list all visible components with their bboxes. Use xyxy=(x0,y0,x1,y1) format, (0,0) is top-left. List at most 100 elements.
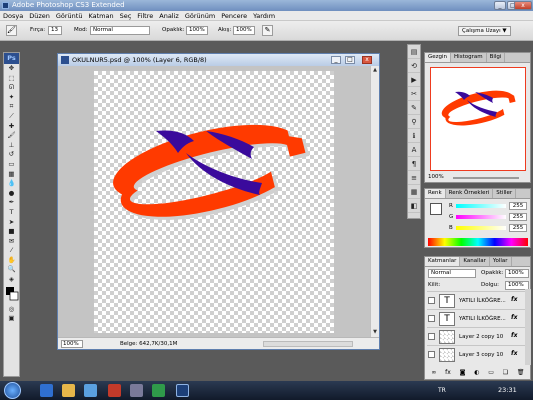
notes-panel-icon[interactable]: ◧ xyxy=(408,199,420,213)
color-spectrum-ramp[interactable] xyxy=(428,238,528,246)
tab-gezgin[interactable]: Gezgin xyxy=(425,53,452,62)
gradient-tool-icon[interactable]: ▦ xyxy=(4,170,19,180)
brush-size-picker[interactable]: 13 xyxy=(48,26,62,35)
document-title-bar[interactable]: OKULNUR5.psd @ 100% (Layer 6, RGB/8) _ □… xyxy=(58,54,379,66)
ie-icon[interactable] xyxy=(40,384,53,397)
new-layer-icon[interactable]: ❏ xyxy=(503,368,508,378)
animation-icon[interactable]: ▦ xyxy=(408,185,420,199)
close-button[interactable]: x xyxy=(514,1,532,10)
layer-row[interactable]: T YATILI İLKÖĞRE... fx xyxy=(427,291,525,309)
clock[interactable]: 23:31 xyxy=(498,386,517,394)
opacity-field[interactable]: 100% xyxy=(186,26,208,35)
tab-renk[interactable]: Renk xyxy=(425,189,446,198)
foreground-background-color-icon[interactable] xyxy=(4,285,19,305)
blend-mode-select[interactable]: Normal xyxy=(428,269,476,278)
flow-field[interactable]: 100% xyxy=(233,26,255,35)
delete-layer-icon[interactable]: 🗑 xyxy=(517,368,525,378)
clone-source-icon[interactable]: ⚲ xyxy=(408,115,420,129)
slice-tool-icon[interactable]: ⟋ xyxy=(4,112,19,122)
vertical-scrollbar[interactable]: ▲ ▼ xyxy=(370,66,379,337)
dodge-tool-icon[interactable]: ● xyxy=(4,189,19,199)
navigator-preview[interactable] xyxy=(430,67,526,171)
menu-gorunum[interactable]: Görünüm xyxy=(182,11,218,20)
horizontal-scrollbar[interactable] xyxy=(263,341,353,347)
minimize-button[interactable]: _ xyxy=(494,1,506,10)
layer-fx-icon[interactable]: fx xyxy=(511,332,517,339)
channel-b-slider[interactable] xyxy=(456,226,506,230)
stamp-tool-icon[interactable]: ⊥ xyxy=(4,141,19,151)
quick-mask-icon[interactable]: ◎ xyxy=(4,305,19,315)
add-mask-icon[interactable]: ◙ xyxy=(460,368,466,378)
info-icon[interactable]: ℹ xyxy=(408,129,420,143)
lasso-tool-icon[interactable]: ᘏ xyxy=(4,83,19,93)
menu-dosya[interactable]: Dosya xyxy=(0,11,26,20)
language-indicator[interactable]: TR xyxy=(438,387,446,394)
eyedropper-tool-icon[interactable]: ⁄ xyxy=(4,246,19,256)
menu-pencere[interactable]: Pencere xyxy=(218,11,250,20)
app-icon[interactable] xyxy=(152,384,165,397)
tab-katmanlar[interactable]: Katmanlar xyxy=(425,257,461,266)
zoom-field[interactable]: 100% xyxy=(61,340,83,348)
type-tool-icon[interactable]: T xyxy=(4,208,19,218)
channel-b-value[interactable]: 255 xyxy=(509,224,527,232)
crop-tool-icon[interactable]: ⌗ xyxy=(4,102,19,112)
explorer-folder-icon[interactable] xyxy=(62,384,75,397)
menu-duzen[interactable]: Düzen xyxy=(26,11,53,20)
app-icon[interactable] xyxy=(108,384,121,397)
layers-scrollbar[interactable] xyxy=(525,289,531,365)
menu-yardim[interactable]: Yardım xyxy=(250,11,278,20)
menu-goruntu[interactable]: Görüntü xyxy=(53,11,86,20)
marquee-tool-icon[interactable]: ⬚ xyxy=(4,74,19,84)
channel-g-slider[interactable] xyxy=(456,215,506,219)
mode-select[interactable]: Normal xyxy=(90,26,150,35)
foreground-color-swatch[interactable] xyxy=(430,203,442,215)
menu-katman[interactable]: Katman xyxy=(85,11,116,20)
brush-tool-preset-icon[interactable]: 🖌 xyxy=(6,25,17,36)
channel-r-slider[interactable] xyxy=(456,204,506,208)
new-group-icon[interactable]: ▭ xyxy=(488,368,494,378)
doc-minimize-button[interactable]: _ xyxy=(331,56,341,64)
layer-fx-icon[interactable]: fx xyxy=(511,296,517,303)
pen-tool-icon[interactable]: ✒ xyxy=(4,198,19,208)
layer-row[interactable]: T YATILI İLKÖĞRE... fx xyxy=(427,309,525,327)
layer-row[interactable]: Layer 3 copy 10 fx xyxy=(427,345,525,363)
magic-wand-tool-icon[interactable]: ✦ xyxy=(4,93,19,103)
tab-kanallar[interactable]: Kanallar xyxy=(460,257,490,266)
paragraph-icon[interactable]: ¶ xyxy=(408,157,420,171)
character-icon[interactable]: A xyxy=(408,143,420,157)
tab-histogram[interactable]: Histogram xyxy=(451,53,487,62)
document-size-info[interactable]: Belge: 642,7K/30,1M xyxy=(120,341,177,347)
adjustment-layer-icon[interactable]: ◐ xyxy=(474,368,479,378)
tool-presets-icon[interactable]: ✂ xyxy=(408,87,420,101)
layer-fx-icon[interactable]: fx xyxy=(511,314,517,321)
navigator-zoom-slider[interactable] xyxy=(453,177,519,179)
history-icon[interactable]: ⟲ xyxy=(408,59,420,73)
tab-yollar[interactable]: Yollar xyxy=(490,257,512,266)
image-canvas[interactable] xyxy=(94,71,334,333)
doc-close-button[interactable]: x xyxy=(362,56,372,64)
brushes-icon[interactable]: ✎ xyxy=(408,101,420,115)
media-player-icon[interactable] xyxy=(84,384,97,397)
link-layers-icon[interactable]: ∞ xyxy=(431,368,436,378)
layer-comps-icon[interactable]: ▤ xyxy=(408,45,420,59)
blur-tool-icon[interactable]: 💧 xyxy=(4,179,19,189)
history-brush-tool-icon[interactable]: ↺ xyxy=(4,150,19,160)
eraser-tool-icon[interactable]: ▭ xyxy=(4,160,19,170)
tab-renk-ornekleri[interactable]: Renk Örnekleri xyxy=(446,189,494,198)
photoshop-taskbar-icon[interactable] xyxy=(176,384,189,397)
healing-brush-tool-icon[interactable]: ✚ xyxy=(4,122,19,132)
scroll-up-icon[interactable]: ▲ xyxy=(371,66,379,74)
3d-tool-icon[interactable]: ◈ xyxy=(4,275,19,285)
channel-r-value[interactable]: 255 xyxy=(509,202,527,210)
workspace-button[interactable]: Çalışma Uzayı ▼ xyxy=(458,26,511,36)
layer-fx-icon[interactable]: fx xyxy=(511,350,517,357)
start-button[interactable] xyxy=(4,382,21,399)
tab-stiller[interactable]: Stiller xyxy=(493,189,517,198)
tab-bilgi[interactable]: Bilgi xyxy=(487,53,506,62)
visibility-toggle[interactable] xyxy=(428,315,435,322)
move-tool-icon[interactable]: ✥ xyxy=(4,64,19,74)
scroll-down-icon[interactable]: ▼ xyxy=(371,328,379,336)
visibility-toggle[interactable] xyxy=(428,351,435,358)
visibility-toggle[interactable] xyxy=(428,297,435,304)
notes-tool-icon[interactable]: ✉ xyxy=(4,237,19,247)
